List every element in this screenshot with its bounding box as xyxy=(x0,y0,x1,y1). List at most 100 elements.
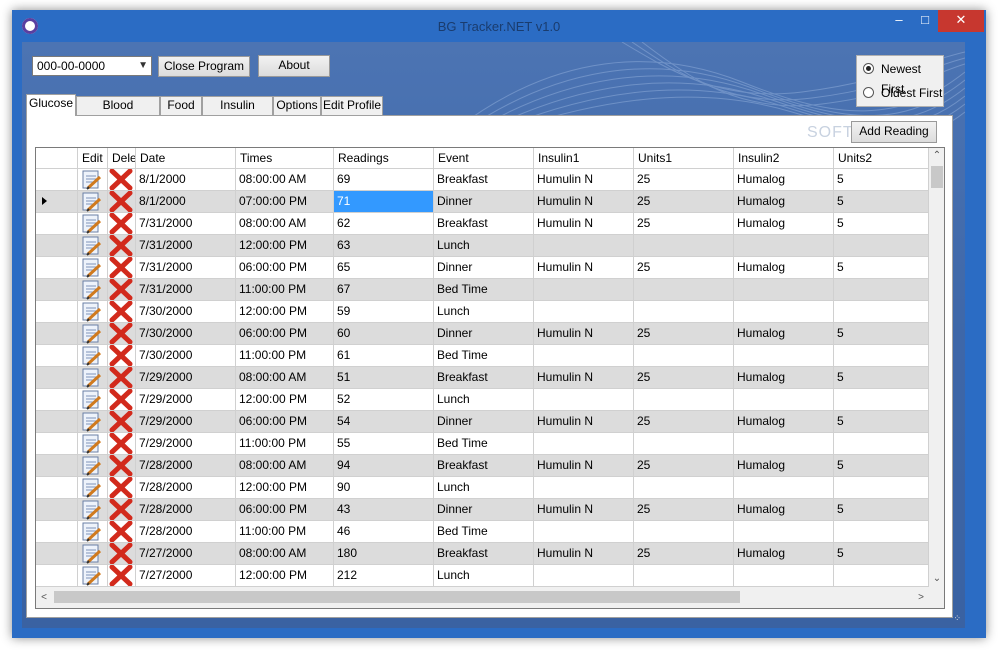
edit-cell[interactable] xyxy=(78,389,108,410)
date-cell[interactable]: 7/29/2000 xyxy=(136,389,236,410)
time-cell[interactable]: 12:00:00 PM xyxy=(236,389,334,410)
insulin1-cell[interactable]: Humulin N xyxy=(534,323,634,344)
edit-notepad-icon[interactable] xyxy=(78,477,106,498)
table-row[interactable]: 7/30/2000 11:00:00 PM 61 Bed Time xyxy=(36,345,929,367)
units2-cell[interactable]: 5 xyxy=(834,323,929,344)
horizontal-scroll-thumb[interactable] xyxy=(54,591,740,603)
time-cell[interactable]: 08:00:00 AM xyxy=(236,367,334,388)
units1-cell[interactable] xyxy=(634,389,734,410)
delete-x-icon[interactable] xyxy=(108,213,136,234)
date-cell[interactable]: 7/29/2000 xyxy=(136,411,236,432)
reading-cell[interactable]: 67 xyxy=(334,279,434,300)
event-cell[interactable]: Bed Time xyxy=(434,521,534,542)
delete-cell[interactable] xyxy=(108,411,136,432)
delete-x-icon[interactable] xyxy=(108,477,136,498)
units2-cell[interactable]: 5 xyxy=(834,257,929,278)
units1-cell[interactable] xyxy=(634,477,734,498)
date-cell[interactable]: 7/27/2000 xyxy=(136,543,236,564)
reading-cell[interactable]: 51 xyxy=(334,367,434,388)
delete-cell[interactable] xyxy=(108,191,136,212)
edit-cell[interactable] xyxy=(78,411,108,432)
tab-glucose[interactable]: Glucose xyxy=(26,94,76,116)
units1-cell[interactable] xyxy=(634,345,734,366)
time-cell[interactable]: 06:00:00 PM xyxy=(236,257,334,278)
date-cell[interactable]: 7/28/2000 xyxy=(136,477,236,498)
table-row[interactable]: 7/28/2000 08:00:00 AM 94 Breakfast Humulin N… xyxy=(36,455,929,477)
insulin1-cell[interactable] xyxy=(534,235,634,256)
event-cell[interactable]: Dinner xyxy=(434,257,534,278)
column-header-units2[interactable]: Units2 xyxy=(834,148,929,168)
insulin2-cell[interactable] xyxy=(734,279,834,300)
delete-x-icon[interactable] xyxy=(108,323,136,344)
edit-cell[interactable] xyxy=(78,169,108,190)
close-program-button[interactable]: Close Program xyxy=(158,56,250,77)
event-cell[interactable]: Bed Time xyxy=(434,345,534,366)
reading-cell[interactable]: 180 xyxy=(334,543,434,564)
row-header[interactable] xyxy=(36,455,78,476)
event-cell[interactable]: Breakfast xyxy=(434,455,534,476)
time-cell[interactable]: 12:00:00 PM xyxy=(236,477,334,498)
edit-notepad-icon[interactable] xyxy=(78,411,106,432)
chevron-down-icon[interactable]: ▼ xyxy=(138,60,148,71)
delete-x-icon[interactable] xyxy=(108,279,136,300)
delete-cell[interactable] xyxy=(108,565,136,586)
units1-cell[interactable]: 25 xyxy=(634,257,734,278)
insulin1-cell[interactable] xyxy=(534,301,634,322)
row-header[interactable] xyxy=(36,477,78,498)
delete-x-icon[interactable] xyxy=(108,389,136,410)
scroll-up-icon[interactable]: ⌃ xyxy=(929,148,944,164)
event-cell[interactable]: Dinner xyxy=(434,411,534,432)
units2-cell[interactable]: 5 xyxy=(834,499,929,520)
row-header[interactable] xyxy=(36,389,78,410)
insulin1-cell[interactable] xyxy=(534,345,634,366)
event-cell[interactable]: Lunch xyxy=(434,235,534,256)
row-header[interactable] xyxy=(36,345,78,366)
reading-cell[interactable]: 63 xyxy=(334,235,434,256)
row-header[interactable] xyxy=(36,279,78,300)
reading-cell[interactable]: 62 xyxy=(334,213,434,234)
delete-x-icon[interactable] xyxy=(108,455,136,476)
delete-cell[interactable] xyxy=(108,455,136,476)
insulin1-cell[interactable]: Humulin N xyxy=(534,499,634,520)
row-header[interactable] xyxy=(36,301,78,322)
edit-notepad-icon[interactable] xyxy=(78,433,106,454)
units1-cell[interactable]: 25 xyxy=(634,213,734,234)
insulin2-cell[interactable] xyxy=(734,389,834,410)
units1-cell[interactable] xyxy=(634,279,734,300)
insulin2-cell[interactable] xyxy=(734,301,834,322)
reading-cell[interactable]: 52 xyxy=(334,389,434,410)
reading-cell[interactable]: 71 xyxy=(334,191,434,212)
column-header-reading[interactable]: Readings xyxy=(334,148,434,168)
delete-cell[interactable] xyxy=(108,257,136,278)
edit-notepad-icon[interactable] xyxy=(78,345,106,366)
units2-cell[interactable]: 5 xyxy=(834,455,929,476)
insulin2-cell[interactable]: Humalog xyxy=(734,323,834,344)
insulin2-cell[interactable]: Humalog xyxy=(734,367,834,388)
insulin2-cell[interactable]: Humalog xyxy=(734,169,834,190)
maximize-button[interactable]: □ xyxy=(912,10,938,32)
delete-cell[interactable] xyxy=(108,543,136,564)
edit-cell[interactable] xyxy=(78,235,108,256)
date-cell[interactable]: 7/28/2000 xyxy=(136,499,236,520)
insulin2-cell[interactable] xyxy=(734,521,834,542)
date-cell[interactable]: 8/1/2000 xyxy=(136,191,236,212)
time-cell[interactable]: 11:00:00 PM xyxy=(236,279,334,300)
delete-x-icon[interactable] xyxy=(108,521,136,542)
scroll-right-icon[interactable]: > xyxy=(913,587,929,608)
event-cell[interactable]: Dinner xyxy=(434,323,534,344)
scroll-left-icon[interactable]: < xyxy=(36,587,52,608)
time-cell[interactable]: 11:00:00 PM xyxy=(236,521,334,542)
row-header[interactable] xyxy=(36,411,78,432)
event-cell[interactable]: Breakfast xyxy=(434,543,534,564)
delete-cell[interactable] xyxy=(108,213,136,234)
edit-cell[interactable] xyxy=(78,433,108,454)
delete-x-icon[interactable] xyxy=(108,345,136,366)
edit-notepad-icon[interactable] xyxy=(78,455,106,476)
edit-cell[interactable] xyxy=(78,257,108,278)
insulin1-cell[interactable] xyxy=(534,279,634,300)
event-cell[interactable]: Lunch xyxy=(434,301,534,322)
row-header[interactable] xyxy=(36,367,78,388)
edit-cell[interactable] xyxy=(78,279,108,300)
insulin2-cell[interactable]: Humalog xyxy=(734,213,834,234)
tab-edit-profile[interactable]: Edit Profile xyxy=(321,96,383,115)
